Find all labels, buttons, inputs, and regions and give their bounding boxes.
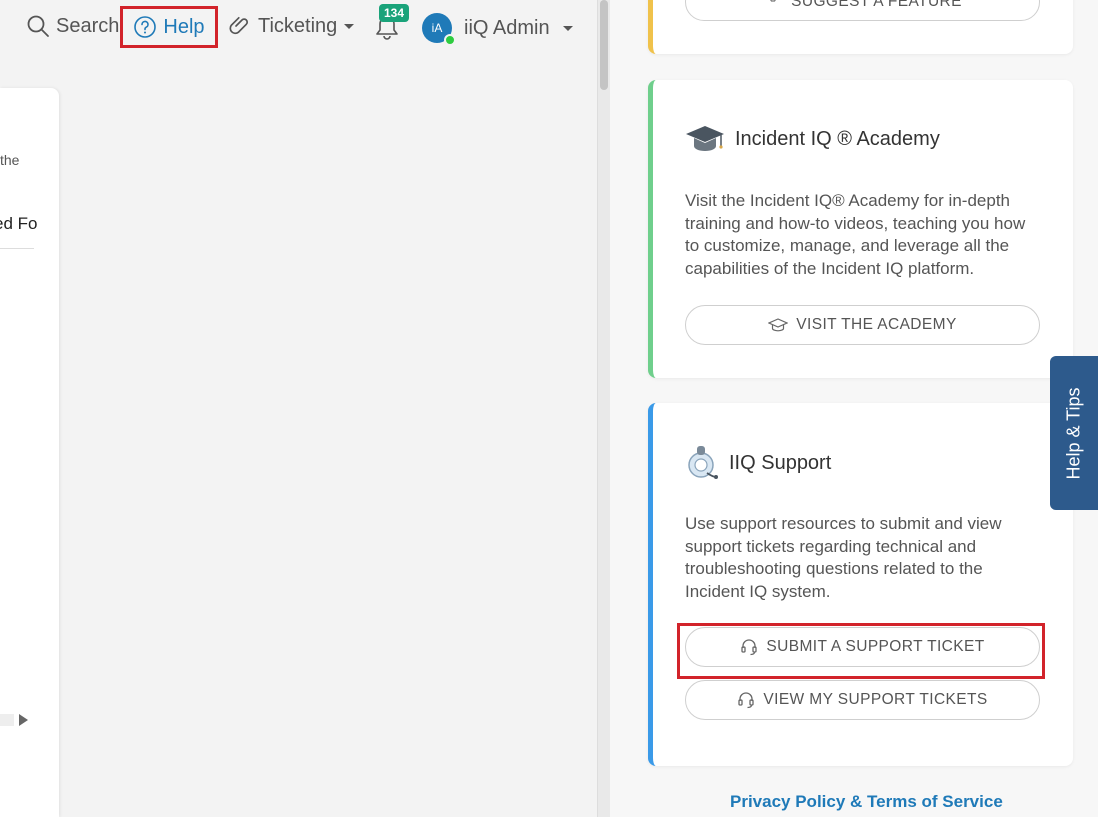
help-nav-label: Help xyxy=(163,15,205,38)
suggest-feature-label: SUGGEST A FEATURE xyxy=(791,0,962,10)
scrollbar-thumb[interactable] xyxy=(600,0,608,90)
vertical-scrollbar[interactable] xyxy=(597,0,610,817)
academy-card-description: Visit the Incident IQ® Academy for in-de… xyxy=(685,191,1026,278)
help-and-tips-tab[interactable]: Help & Tips xyxy=(1050,356,1098,510)
ticketing-menu-label: Ticketing xyxy=(258,14,338,37)
user-menu[interactable]: iA iiQ Admin xyxy=(422,13,574,46)
search-nav-label: Search xyxy=(56,14,120,37)
support-card: IIQ Support Use support resources to sub… xyxy=(648,403,1073,766)
question-circle-icon xyxy=(134,16,157,38)
divider xyxy=(0,248,34,249)
truncated-heading: ed Fo xyxy=(0,214,38,233)
caret-down-icon xyxy=(344,24,355,29)
support-card-description: Use support resources to submit and view… xyxy=(685,514,1002,601)
horizontal-scroll-track xyxy=(0,714,14,726)
avatar-initials: iA xyxy=(431,21,443,35)
support-card-header: IIQ Support xyxy=(685,443,831,483)
caret-down-icon xyxy=(562,26,573,31)
submit-support-ticket-button[interactable]: SUBMIT A SUPPORT TICKET xyxy=(685,627,1040,667)
avatar: iA xyxy=(422,13,456,46)
academy-card-title: Incident IQ ® Academy xyxy=(735,127,940,150)
help-panel: SUGGEST A FEATURE Incident IQ ® Academy … xyxy=(610,0,1098,817)
help-nav-link[interactable]: Help xyxy=(120,6,218,48)
truncated-text: the xyxy=(0,152,20,168)
academy-card: Incident IQ ® Academy Visit the Incident… xyxy=(648,80,1073,378)
scroll-right-arrow-icon[interactable] xyxy=(19,714,28,726)
search-icon xyxy=(27,15,49,37)
help-and-tips-label: Help & Tips xyxy=(1063,386,1084,480)
headset-icon xyxy=(688,446,718,479)
suggest-feature-card: SUGGEST A FEATURE xyxy=(648,0,1073,54)
headset-icon xyxy=(738,692,755,709)
search-nav-link[interactable]: Search xyxy=(26,14,119,38)
submit-support-ticket-label: SUBMIT A SUPPORT TICKET xyxy=(766,638,985,655)
paperclip-icon xyxy=(229,16,249,35)
headset-icon xyxy=(741,639,758,656)
content-card-partial: the ed Fo xyxy=(0,88,59,817)
view-support-tickets-label: VIEW MY SUPPORT TICKETS xyxy=(763,691,988,708)
lightbulb-icon xyxy=(770,0,777,2)
graduation-cap-icon xyxy=(768,318,789,332)
user-name: iiQ Admin xyxy=(464,16,550,39)
support-card-title: IIQ Support xyxy=(729,451,832,474)
graduation-cap-icon xyxy=(686,126,724,151)
notification-count-badge: 134 xyxy=(379,4,410,22)
ticketing-menu[interactable]: Ticketing xyxy=(228,14,355,38)
view-support-tickets-button[interactable]: VIEW MY SUPPORT TICKETS xyxy=(685,680,1040,720)
top-navigation: Search Help Ticketing 134 iA iiQ Admin xyxy=(0,0,597,56)
academy-card-header: Incident IQ ® Academy xyxy=(685,124,940,154)
privacy-terms-link[interactable]: Privacy Policy & Terms of Service xyxy=(730,792,1003,812)
online-status-indicator xyxy=(444,34,456,46)
suggest-feature-button[interactable]: SUGGEST A FEATURE xyxy=(685,0,1040,21)
visit-academy-label: VISIT THE ACADEMY xyxy=(796,316,957,333)
visit-academy-button[interactable]: VISIT THE ACADEMY xyxy=(685,305,1040,345)
app-background: Search Help Ticketing 134 iA iiQ Admin t… xyxy=(0,0,597,817)
